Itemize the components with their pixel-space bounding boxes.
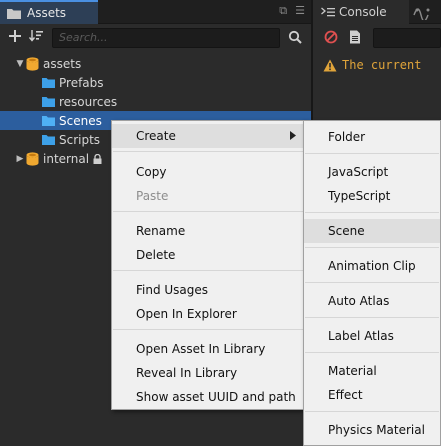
add-asset-button[interactable]	[7, 29, 23, 45]
tab-console-label: Console	[339, 5, 387, 19]
menu-separator	[113, 151, 303, 152]
lock-icon	[93, 153, 102, 164]
submenu-item-javascript[interactable]: JavaScript	[304, 160, 440, 184]
menu-item-label: Auto Atlas	[328, 294, 390, 308]
database-icon	[26, 56, 39, 71]
tree-item-prefabs[interactable]: Prefabs	[0, 73, 311, 92]
menu-item-label: Animation Clip	[328, 259, 416, 273]
menu-item-rename[interactable]: Rename	[112, 219, 304, 243]
submenu-item-scene[interactable]: Scene	[304, 219, 440, 243]
tree-item-label: resources	[59, 94, 118, 109]
tab-console[interactable]: Console	[313, 0, 409, 24]
menu-item-label: Label Atlas	[328, 329, 394, 343]
menu-item-reveal-in-library[interactable]: Reveal In Library	[112, 361, 304, 385]
submenu-item-physics-material[interactable]: Physics Material	[304, 418, 440, 442]
menu-separator	[305, 212, 439, 213]
menu-item-show-uuid[interactable]: Show asset UUID and path	[112, 385, 304, 409]
search-input[interactable]: Search...	[52, 28, 280, 48]
warning-icon	[323, 59, 337, 71]
open-log-file-icon[interactable]	[348, 30, 362, 44]
submenu-item-auto-atlas[interactable]: Auto Atlas	[304, 289, 440, 313]
tab-assets-label: Assets	[27, 6, 67, 20]
popout-icon[interactable]: ⧉	[279, 4, 287, 18]
submenu-item-typescript[interactable]: TypeScript	[304, 184, 440, 208]
plus-icon	[9, 30, 21, 42]
console-icon	[321, 7, 335, 17]
menu-item-label: Folder	[328, 130, 366, 144]
console-log-entry[interactable]: The current	[323, 58, 421, 72]
submenu-arrow-icon	[290, 131, 296, 140]
menu-item-paste: Paste	[112, 184, 304, 208]
menu-item-label: Rename	[136, 224, 186, 238]
submenu-item-effect[interactable]: Effect	[304, 383, 440, 407]
console-toolbar	[313, 25, 441, 51]
collapse-arrow-icon[interactable]: ▶	[14, 153, 26, 165]
menu-separator	[305, 411, 439, 412]
folder-icon	[7, 8, 21, 19]
database-icon	[26, 151, 39, 166]
folder-icon	[42, 77, 55, 88]
clear-console-icon[interactable]	[324, 30, 338, 44]
console-tabbar: Console	[313, 0, 441, 24]
menu-item-delete[interactable]: Delete	[112, 243, 304, 267]
menu-separator	[305, 153, 439, 154]
menu-item-label: Delete	[136, 248, 176, 262]
menu-item-label: Physics Material	[328, 423, 425, 437]
sort-button[interactable]	[28, 29, 44, 45]
menu-separator	[305, 282, 439, 283]
search-icon[interactable]	[288, 30, 302, 44]
assets-toolbar: Search...	[0, 25, 311, 51]
menu-item-label: Show asset UUID and path	[136, 390, 296, 404]
menu-separator	[113, 211, 303, 212]
menu-separator	[305, 317, 439, 318]
tree-item-label: Prefabs	[59, 75, 104, 90]
menu-item-create[interactable]: Create	[112, 124, 304, 148]
sort-icon	[28, 30, 43, 42]
menu-separator	[305, 352, 439, 353]
assets-tabbar: Assets ⧉ ☰	[0, 0, 311, 24]
folder-icon	[42, 96, 55, 107]
menu-item-label: Material	[328, 364, 377, 378]
tab-actions: ⧉ ☰	[279, 4, 305, 18]
submenu-item-folder[interactable]: Folder	[304, 125, 440, 149]
menu-item-label: TypeScript	[328, 189, 391, 203]
menu-item-open-asset-in-library[interactable]: Open Asset In Library	[112, 337, 304, 361]
menu-item-label: Scene	[328, 224, 365, 238]
panel-menu-icon[interactable]: ☰	[295, 4, 305, 18]
folder-icon	[42, 115, 55, 126]
console-message: The current	[342, 58, 422, 72]
tree-item-label: internal	[43, 151, 90, 166]
tree-item-label: Scripts	[59, 132, 101, 147]
menu-separator	[113, 329, 303, 330]
animation-tab-icon[interactable]	[413, 4, 433, 20]
create-submenu: Folder JavaScript TypeScript Scene Anima…	[303, 120, 441, 446]
context-menu: Create Copy Paste Rename Delete Find Usa…	[111, 120, 305, 410]
tree-item-label: Scenes	[59, 113, 102, 128]
tab-assets[interactable]: Assets	[0, 0, 98, 24]
menu-item-label: Copy	[136, 165, 167, 179]
menu-item-label: Open In Explorer	[136, 307, 237, 321]
menu-item-open-in-explorer[interactable]: Open In Explorer	[112, 302, 304, 326]
tree-item-label: assets	[43, 56, 82, 71]
menu-item-label: Paste	[136, 189, 169, 203]
menu-item-label: Effect	[328, 388, 363, 402]
tree-item-resources[interactable]: resources	[0, 92, 311, 111]
submenu-item-material[interactable]: Material	[304, 359, 440, 383]
menu-item-label: Find Usages	[136, 283, 209, 297]
submenu-item-label-atlas[interactable]: Label Atlas	[304, 324, 440, 348]
menu-item-label: Reveal In Library	[136, 366, 238, 380]
menu-separator	[305, 247, 439, 248]
menu-item-copy[interactable]: Copy	[112, 160, 304, 184]
tree-item-assets[interactable]: ▼ assets	[0, 54, 311, 73]
console-filter-input[interactable]	[373, 28, 441, 48]
menu-item-label: JavaScript	[328, 165, 389, 179]
menu-item-label: Create	[136, 129, 176, 143]
editor-window: Assets ⧉ ☰ Search... ▼ assets Prefabs re…	[0, 0, 441, 446]
menu-item-find-usages[interactable]: Find Usages	[112, 278, 304, 302]
expand-arrow-icon[interactable]: ▼	[14, 58, 26, 70]
menu-separator	[113, 270, 303, 271]
menu-item-label: Open Asset In Library	[136, 342, 266, 356]
folder-icon	[42, 134, 55, 145]
submenu-item-animation-clip[interactable]: Animation Clip	[304, 254, 440, 278]
